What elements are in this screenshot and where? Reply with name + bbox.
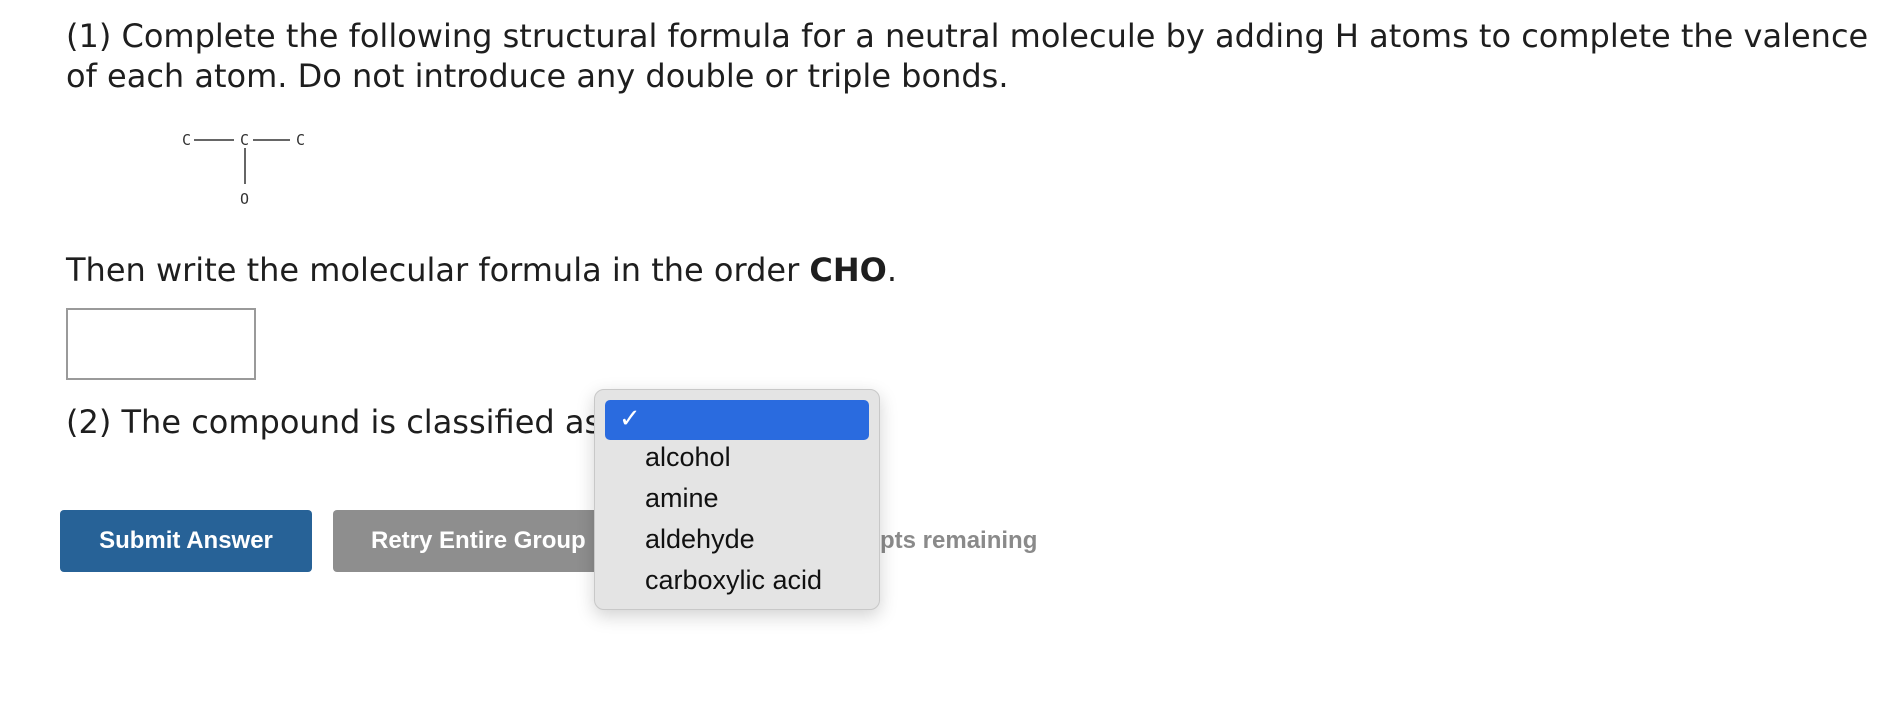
molecular-formula-input[interactable] <box>66 308 256 380</box>
option-amine[interactable]: amine <box>645 483 719 514</box>
atom-c3: C <box>296 131 305 149</box>
dropdown-selected-blank-option[interactable]: ✓ <box>605 400 869 440</box>
formula-instruction: Then write the molecular formula in the … <box>66 250 897 290</box>
question-1-text: (1) Complete the following structural fo… <box>66 17 1869 95</box>
structural-formula: C C C O <box>182 131 305 208</box>
atom-c1: C <box>182 131 191 149</box>
atom-c2: C <box>240 131 249 149</box>
formula-instruction-suffix: . <box>886 251 898 289</box>
classification-dropdown-menu[interactable]: ✓ alcohol amine aldehyde carboxylic acid <box>594 389 880 610</box>
option-alcohol[interactable]: alcohol <box>645 442 731 473</box>
question-2-text: (2) The compound is classified as a(n) <box>66 403 677 441</box>
formula-instruction-prefix: Then write the molecular formula in the … <box>66 251 810 289</box>
check-icon: ✓ <box>619 404 641 434</box>
attempts-remaining-text: pts remaining <box>880 527 1038 554</box>
atom-o: O <box>240 190 249 208</box>
retry-entire-group-button[interactable]: Retry Entire Group <box>333 510 615 572</box>
submit-answer-button[interactable]: Submit Answer <box>60 510 312 572</box>
option-aldehyde[interactable]: aldehyde <box>645 524 755 555</box>
option-carboxylic-acid[interactable]: carboxylic acid <box>645 565 822 596</box>
formula-order: CHO <box>809 251 887 289</box>
